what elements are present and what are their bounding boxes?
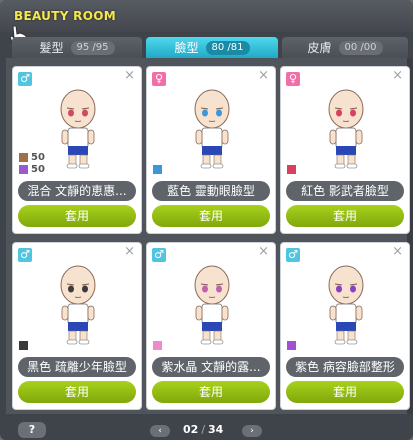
page-separator: / <box>201 423 206 436</box>
mix-color-row: 50 <box>19 152 45 163</box>
face-card[interactable]: ♀ × 紅色 影武者臉型 套用 <box>280 66 410 234</box>
next-page-button[interactable]: › <box>242 425 262 437</box>
apply-button[interactable]: 套用 <box>286 381 404 403</box>
male-icon: ♂ <box>18 72 32 86</box>
color-swatch <box>153 165 162 174</box>
close-icon[interactable]: × <box>124 68 135 83</box>
color-swatch <box>19 153 28 162</box>
window-title: BEAUTY ROOM <box>14 9 116 23</box>
tab-skin-label: 皮膚 <box>307 41 332 55</box>
male-icon: ♂ <box>286 248 300 262</box>
tab-face-label: 臉型 <box>174 41 199 55</box>
female-icon: ♀ <box>286 72 300 86</box>
male-icon: ♂ <box>152 248 166 262</box>
apply-button[interactable]: 套用 <box>152 205 270 227</box>
beauty-room-window: BEAUTY ROOM 髮型 95 /95 臉型 80 /81 皮膚 00 /0… <box>0 0 413 440</box>
mix-color-row: 50 <box>19 164 45 175</box>
close-icon[interactable]: × <box>258 68 269 83</box>
face-name-label: 藍色 靈動眼臉型 <box>152 181 270 201</box>
apply-button[interactable]: 套用 <box>18 381 136 403</box>
close-icon[interactable]: × <box>258 244 269 259</box>
face-name-label: 紫水晶 文靜的露... <box>152 357 270 377</box>
color-swatch <box>287 341 296 350</box>
color-swatch <box>19 165 28 174</box>
character-avatar <box>60 89 96 169</box>
face-card[interactable]: ♂ × 黑色 疏離少年臉型 套用 <box>12 242 142 410</box>
character-avatar <box>328 89 364 169</box>
face-card[interactable]: ♂ × 50 50 混合 文靜的恵惠... 套用 <box>12 66 142 234</box>
male-icon: ♂ <box>18 248 32 262</box>
character-avatar <box>194 89 230 169</box>
face-card[interactable]: ♂ × 紫水晶 文靜的露... 套用 <box>146 242 276 410</box>
face-name-label: 混合 文靜的恵惠... <box>18 181 136 201</box>
chevron-right-icon: › <box>250 426 254 436</box>
tab-skin[interactable]: 皮膚 00 /00 <box>282 37 408 58</box>
character-avatar <box>194 265 230 345</box>
help-button[interactable]: ? <box>18 422 46 438</box>
title-bar[interactable]: BEAUTY ROOM <box>0 0 413 32</box>
character-avatar <box>328 265 364 345</box>
tab-face[interactable]: 臉型 80 /81 <box>146 37 278 58</box>
female-icon: ♀ <box>152 72 166 86</box>
apply-button[interactable]: 套用 <box>286 205 404 227</box>
page-indicator: 02/34 <box>183 423 223 436</box>
apply-button[interactable]: 套用 <box>18 205 136 227</box>
close-icon[interactable]: × <box>392 68 403 83</box>
color-swatch <box>153 341 162 350</box>
face-name-label: 紅色 影武者臉型 <box>286 181 404 201</box>
color-swatch <box>19 341 28 350</box>
mix-ratio: 50 <box>31 164 45 175</box>
tab-face-count: 80 /81 <box>205 40 250 55</box>
close-icon[interactable]: × <box>124 244 135 259</box>
close-icon[interactable]: × <box>392 244 403 259</box>
face-name-label: 黑色 疏離少年臉型 <box>18 357 136 377</box>
tab-hair-count: 95 /95 <box>70 40 115 55</box>
face-card[interactable]: ♂ × 紫色 病容臉部整形 套用 <box>280 242 410 410</box>
apply-button[interactable]: 套用 <box>152 381 270 403</box>
character-avatar <box>60 265 96 345</box>
face-card[interactable]: ♀ × 藍色 靈動眼臉型 套用 <box>146 66 276 234</box>
tab-hair[interactable]: 髮型 95 /95 <box>12 37 142 58</box>
face-name-label: 紫色 病容臉部整形 <box>286 357 404 377</box>
chevron-left-icon: ‹ <box>158 426 162 436</box>
current-page: 02 <box>183 423 199 436</box>
color-swatch <box>287 165 296 174</box>
total-pages: 34 <box>208 423 224 436</box>
tab-skin-count: 00 /00 <box>338 40 383 55</box>
tab-hair-label: 髮型 <box>39 41 64 55</box>
prev-page-button[interactable]: ‹ <box>150 425 170 437</box>
mix-ratio: 50 <box>31 152 45 163</box>
